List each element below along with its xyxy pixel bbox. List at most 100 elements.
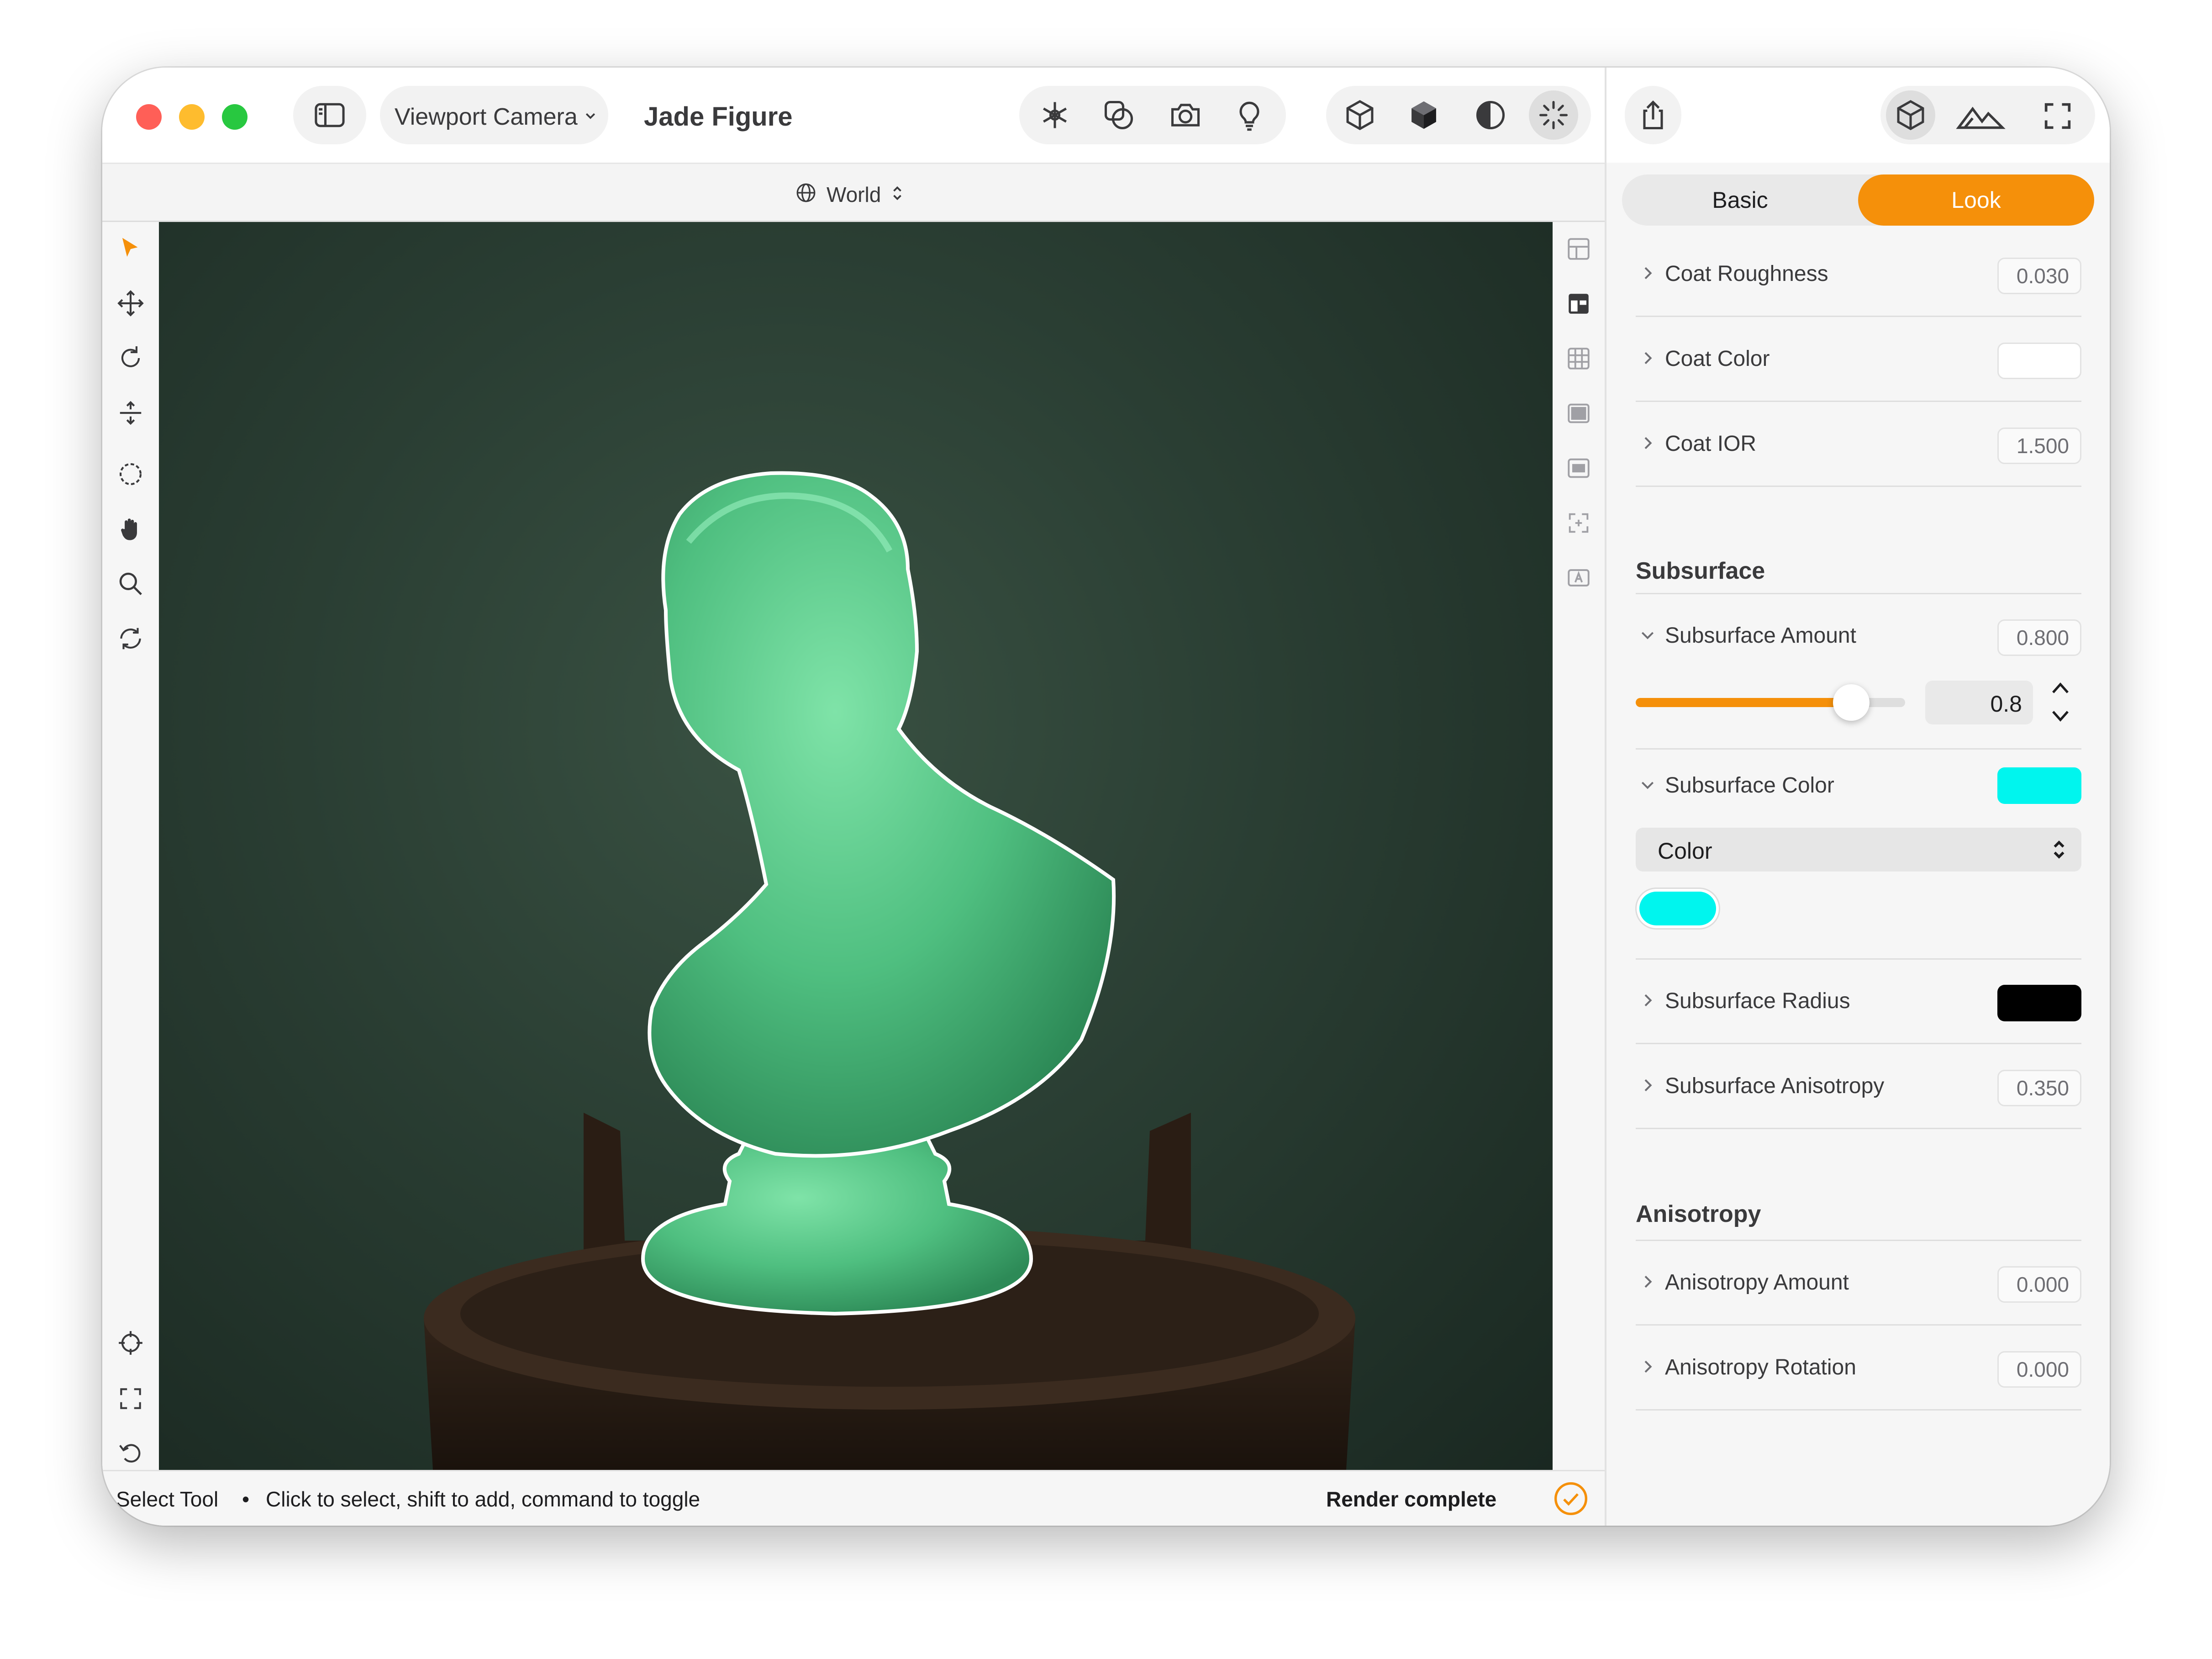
minimize-window-button[interactable] — [179, 104, 205, 130]
coat-ior-row[interactable]: Coat IOR 1.500 — [1636, 402, 2081, 487]
wireframe-cube-icon[interactable] — [1343, 98, 1377, 132]
sidebar-icon — [312, 98, 347, 132]
layout-single-icon[interactable] — [1565, 236, 1592, 262]
coat-ior-field[interactable]: 1.500 — [1997, 428, 2081, 464]
text-label-icon[interactable] — [1565, 565, 1592, 591]
solid-cube-icon[interactable] — [1406, 98, 1441, 132]
coat-color-row[interactable]: Coat Color — [1636, 317, 2081, 402]
chevron-down-icon[interactable] — [1638, 626, 1657, 644]
zoom-tool[interactable] — [112, 565, 149, 602]
chevron-right-icon — [1644, 267, 1652, 280]
subsurface-amount-stepper[interactable] — [2043, 676, 2078, 729]
shapes-icon[interactable] — [1101, 98, 1136, 132]
up-down-chevron-icon — [2054, 840, 2065, 859]
share-icon — [1643, 100, 1663, 130]
subsurface-slider-thumb[interactable] — [1833, 684, 1870, 721]
pan-tool[interactable] — [112, 511, 149, 547]
coat-roughness-label: Coat Roughness — [1665, 262, 1828, 286]
subsurface-amount-input-value: 0.8 — [1990, 691, 2022, 717]
scale-tool[interactable] — [112, 395, 149, 431]
magnifier-icon — [119, 572, 142, 595]
anisotropy-rotation-row[interactable]: Anisotropy Rotation 0.000 — [1636, 1326, 2081, 1411]
subsurface-radius-swatch[interactable] — [1997, 985, 2081, 1021]
rotate-tool[interactable] — [112, 340, 149, 376]
lasso-tool[interactable] — [112, 456, 149, 492]
checkmark-circle-icon — [1554, 1482, 1587, 1515]
close-window-button[interactable] — [136, 104, 162, 130]
render-viewport[interactable] — [159, 222, 1553, 1470]
reset-view-button[interactable] — [112, 1434, 149, 1471]
half-circle-icon[interactable] — [1473, 98, 1508, 132]
chevron-right-icon — [1644, 1079, 1652, 1092]
coat-color-swatch[interactable] — [1997, 343, 2081, 379]
chevron-down-icon[interactable] — [1638, 776, 1657, 794]
coat-roughness-field[interactable]: 0.030 — [1997, 258, 2081, 294]
layout-split-icon[interactable] — [1565, 291, 1592, 317]
camera-selector-label: Viewport Camera — [395, 104, 578, 130]
space-selector[interactable]: World — [795, 177, 913, 209]
subsurface-slider-fill — [1636, 698, 1851, 707]
inspector-pane: Basic Look Coat Roughness 0.030 Coat Col… — [1605, 68, 2110, 1526]
camera-selector[interactable]: Viewport Camera — [380, 86, 608, 144]
subsurface-anisotropy-row[interactable]: Subsurface Anisotropy 0.350 — [1636, 1044, 2081, 1129]
app-window: Viewport Camera Jade Figure World Select… — [102, 68, 2110, 1526]
chevron-down-icon[interactable] — [2049, 707, 2071, 725]
fullscreen-icon[interactable] — [2040, 99, 2075, 133]
subsurface-amount-field[interactable]: 0.800 — [1997, 619, 2081, 656]
frame-all-button[interactable] — [112, 1380, 149, 1417]
move-tool[interactable] — [112, 285, 149, 322]
grid-table-icon[interactable] — [1565, 345, 1592, 372]
subsurface-slider-track[interactable] — [1636, 684, 1905, 721]
share-button[interactable] — [1625, 86, 1681, 144]
tab-basic[interactable]: Basic — [1622, 174, 1858, 226]
tab-look[interactable]: Look — [1858, 174, 2094, 226]
crosshair-icon — [119, 1331, 142, 1355]
zoom-window-button[interactable] — [222, 104, 248, 130]
lightbulb-icon[interactable] — [1232, 98, 1267, 132]
sidebar-toggle-button[interactable] — [293, 86, 366, 144]
color-preview-pill[interactable] — [1639, 892, 1716, 925]
coat-roughness-row[interactable]: Coat Roughness 0.030 — [1636, 232, 2081, 317]
globe-icon — [796, 183, 816, 202]
hand-icon — [121, 518, 137, 540]
chevron-right-icon — [1644, 1275, 1652, 1288]
camera-icon[interactable] — [1168, 98, 1203, 132]
status-bar: Select Tool • Click to select, shift to … — [102, 1470, 1605, 1526]
chevron-right-icon — [1644, 1360, 1652, 1373]
orbit-tool[interactable] — [112, 620, 149, 657]
subsurface-anisotropy-field[interactable]: 0.350 — [1997, 1070, 2081, 1106]
sparkle-toggle-button[interactable] — [1529, 90, 1578, 140]
add-frame-icon[interactable] — [1565, 510, 1592, 536]
up-down-chevron-icon — [893, 186, 901, 201]
select-tool[interactable] — [112, 230, 149, 267]
object-inspector-button[interactable] — [1886, 90, 1935, 140]
editor-pane: Viewport Camera Jade Figure World Select… — [102, 68, 1605, 1526]
anisotropy-amount-label: Anisotropy Amount — [1665, 1270, 1849, 1294]
subsurface-radius-row[interactable]: Subsurface Radius — [1636, 959, 2081, 1044]
status-hint: Click to select, shift to add, command t… — [266, 1487, 700, 1511]
subsurface-radius-label: Subsurface Radius — [1665, 989, 1850, 1013]
mountains-icon[interactable] — [1955, 96, 2006, 134]
asterisk-icon[interactable] — [1038, 98, 1072, 132]
rotate-icon — [121, 346, 140, 367]
anisotropy-amount-row[interactable]: Anisotropy Amount 0.000 — [1636, 1241, 2081, 1326]
chevron-up-icon[interactable] — [2049, 679, 2071, 697]
subsurface-amount-input[interactable]: 0.8 — [1925, 681, 2033, 724]
anisotropy-amount-field[interactable]: 0.000 — [1997, 1266, 2081, 1303]
inspector-mode-group — [1880, 86, 2095, 144]
anisotropy-rotation-field[interactable]: 0.000 — [1997, 1351, 2081, 1388]
status-tool-name: Select Tool — [116, 1487, 219, 1511]
sparkle-icon — [1536, 98, 1571, 132]
toolbar: Viewport Camera Jade Figure — [102, 68, 1605, 163]
arrow-cursor-icon — [122, 238, 138, 257]
panel-box-icon[interactable] — [1565, 400, 1592, 427]
monitor-icon[interactable] — [1565, 455, 1592, 481]
chevron-right-icon — [1644, 994, 1652, 1007]
undo-arrow-icon — [119, 1444, 141, 1463]
chevron-right-icon — [1644, 352, 1652, 365]
inspector-tabs: Basic Look — [1622, 174, 2094, 226]
focus-target-button[interactable] — [112, 1325, 149, 1361]
subsurface-anisotropy-label: Subsurface Anisotropy — [1665, 1074, 1885, 1098]
color-mode-select[interactable]: Color — [1636, 828, 2081, 872]
subsurface-color-swatch[interactable] — [1997, 767, 2081, 804]
